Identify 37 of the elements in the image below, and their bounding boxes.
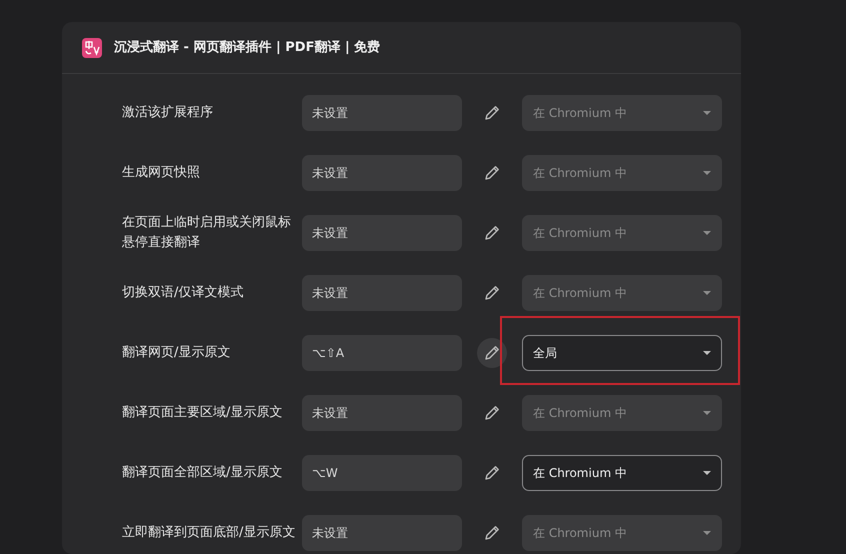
caret-icon bbox=[703, 531, 711, 535]
pencil-icon bbox=[484, 105, 500, 121]
pencil-icon bbox=[484, 345, 500, 361]
pencil-icon bbox=[484, 465, 500, 481]
pencil-icon bbox=[484, 285, 500, 301]
shortcut-label: 翻译页面全部区域/显示原文 bbox=[122, 464, 284, 482]
translate-icon bbox=[82, 38, 102, 58]
extension-title: 沉浸式翻译 - 网页翻译插件 | PDF翻译 | 免费 bbox=[114, 38, 380, 57]
scope-dropdown[interactable]: 在 Chromium 中 bbox=[522, 455, 722, 491]
edit-button[interactable] bbox=[477, 338, 507, 368]
shortcut-field[interactable]: 未设置 bbox=[302, 515, 462, 551]
caret-icon bbox=[703, 471, 711, 475]
caret-icon bbox=[703, 351, 711, 355]
shortcut-field[interactable]: ⌥⇧A bbox=[302, 335, 462, 371]
caret-icon bbox=[703, 171, 711, 175]
shortcut-field[interactable]: 未设置 bbox=[302, 275, 462, 311]
caret-icon bbox=[703, 291, 711, 295]
shortcut-label: 翻译网页/显示原文 bbox=[122, 344, 232, 362]
caret-icon bbox=[703, 111, 711, 115]
shortcut-field[interactable]: 未设置 bbox=[302, 95, 462, 131]
shortcut-label: 在页面上临时启用或关闭鼠标悬停直接翻译 bbox=[122, 214, 292, 252]
pencil-icon bbox=[484, 525, 500, 541]
shortcut-field[interactable]: ⌥W bbox=[302, 455, 462, 491]
caret-icon bbox=[703, 231, 711, 235]
shortcut-field[interactable]: 未设置 bbox=[302, 215, 462, 251]
shortcut-field[interactable]: 未设置 bbox=[302, 155, 462, 191]
shortcut-label: 立即翻译到页面底部/显示原文 bbox=[122, 524, 296, 542]
pencil-icon bbox=[484, 165, 500, 181]
scope-dropdown[interactable]: 全局 bbox=[522, 335, 722, 371]
caret-icon bbox=[703, 411, 711, 415]
pencil-icon bbox=[484, 225, 500, 241]
shortcut-label: 切换双语/仅译文模式 bbox=[122, 284, 244, 302]
pencil-icon bbox=[484, 405, 500, 421]
shortcut-label: 翻译页面主要区域/显示原文 bbox=[122, 404, 284, 422]
shortcut-label: 激活该扩展程序 bbox=[122, 104, 214, 122]
shortcut-label: 生成网页快照 bbox=[122, 164, 201, 182]
shortcut-field[interactable]: 未设置 bbox=[302, 395, 462, 431]
